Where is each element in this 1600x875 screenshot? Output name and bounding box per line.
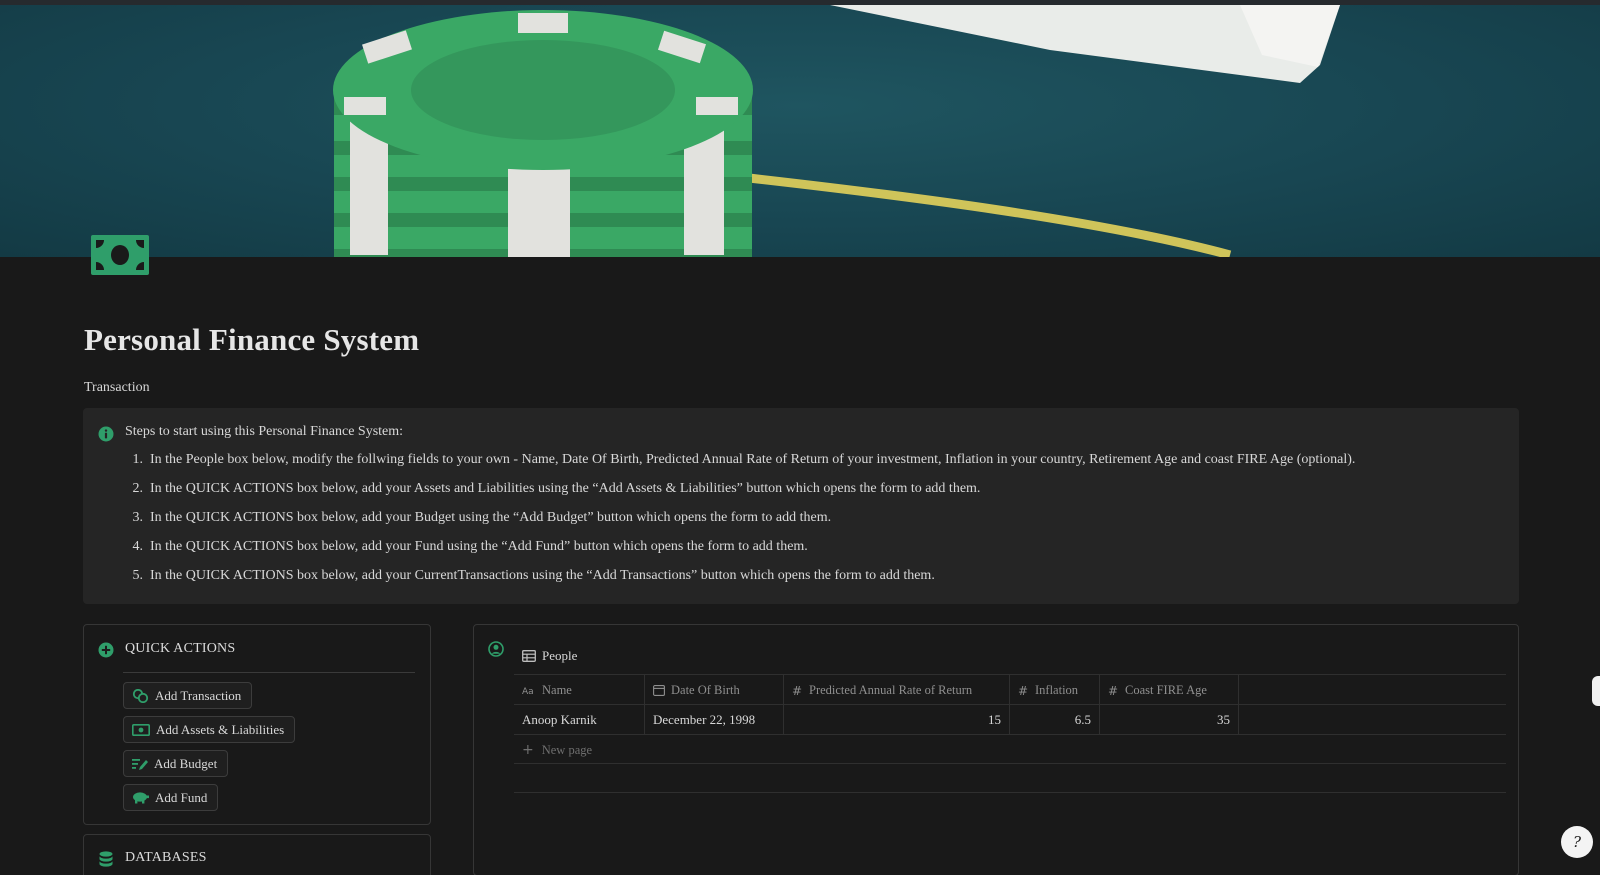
databases-title: DATABASES <box>125 850 207 865</box>
databases-panel: DATABASES <box>83 834 431 875</box>
column-header-name[interactable]: Aa Name <box>514 675 644 705</box>
step-number: 4. <box>132 539 144 554</box>
cover-image[interactable] <box>0 5 1600 257</box>
column-header-label: Name <box>542 682 572 697</box>
step-text: In the QUICK ACTIONS box below, add your… <box>150 568 935 583</box>
help-button[interactable]: ? <box>1561 826 1593 858</box>
steps-list: 1. In the People box below, modify the fo… <box>125 450 1356 595</box>
column-header-coast-fire-age[interactable]: # Coast FIRE Age <box>1099 675 1238 705</box>
step-text: In the QUICK ACTIONS box below, add your… <box>150 539 808 554</box>
add-transaction-button[interactable]: Add Transaction <box>123 682 253 709</box>
people-db-title[interactable]: People <box>522 648 577 664</box>
step-text: In the QUICK ACTIONS box below, add your… <box>150 510 832 525</box>
column-header-empty <box>1238 675 1506 705</box>
step-item: 1. In the People box below, modify the fo… <box>125 450 1356 479</box>
calendar-icon <box>653 685 665 696</box>
add-budget-label: Add Budget <box>154 755 218 771</box>
people-db-name: People <box>542 648 578 663</box>
column-header-date-of-birth[interactable]: Date Of Birth <box>644 675 783 705</box>
column-header-label: Coast FIRE Age <box>1125 682 1207 697</box>
column-header-label: Date Of Birth <box>671 682 740 697</box>
divider <box>123 672 415 673</box>
database-icon <box>98 851 114 867</box>
cell-empty <box>1238 705 1506 735</box>
info-icon <box>98 426 114 442</box>
column-header-inflation[interactable]: # Inflation <box>1009 675 1099 705</box>
step-item: 4. In the QUICK ACTIONS box below, add yo… <box>125 537 1355 566</box>
steps-callout: Steps to start using this Personal Finan… <box>83 408 1519 604</box>
svg-text:#: # <box>1108 684 1118 696</box>
add-fund-label: Add Fund <box>155 789 208 805</box>
number-type-icon: # <box>792 684 802 696</box>
help-label: ? <box>1572 833 1582 851</box>
table-header-row: Aa Name Date Of Birth # Predicted Annual… <box>514 674 1506 705</box>
number-type-icon: # <box>1018 684 1028 696</box>
step-item: 5. In the QUICK ACTIONS box below, add yo… <box>125 566 1355 595</box>
piggy-bank-icon <box>133 792 149 804</box>
side-panel-tab[interactable] <box>1592 676 1600 706</box>
svg-text:#: # <box>1018 684 1028 696</box>
cell-inflation[interactable]: 6.5 <box>1009 705 1099 735</box>
svg-text:#: # <box>792 684 802 696</box>
step-number: 2. <box>132 481 144 496</box>
people-panel: People Aa Name Date Of Birth # Predicted… <box>473 624 1519 875</box>
step-number: 5. <box>132 568 144 583</box>
plus-circle-icon <box>98 642 114 658</box>
step-text: In the QUICK ACTIONS box below, add your… <box>150 481 981 496</box>
add-assets-liabilities-label: Add Assets & Liabilities <box>156 721 285 737</box>
add-budget-button[interactable]: Add Budget <box>123 750 229 777</box>
people-table: Aa Name Date Of Birth # Predicted Annual… <box>514 674 1506 764</box>
new-page-button[interactable]: + New page <box>522 735 592 765</box>
subtitle-text: Transaction <box>84 380 150 395</box>
add-assets-liabilities-button[interactable]: Add Assets & Liabilities <box>123 716 296 743</box>
step-item: 2. In the QUICK ACTIONS box below, add yo… <box>125 479 1355 508</box>
divider <box>514 792 1506 793</box>
plus-icon: + <box>522 742 534 758</box>
callout-heading: Steps to start using this Personal Finan… <box>125 424 404 439</box>
column-header-label: Predicted Annual Rate of Return <box>809 682 973 697</box>
table-row[interactable]: Anoop Karnik December 22, 1998 15 6.5 35 <box>514 704 1506 735</box>
text-type-icon: Aa <box>522 687 534 695</box>
new-page-label: New page <box>541 742 593 757</box>
svg-text:Aa: Aa <box>522 687 534 695</box>
page-title[interactable]: Personal Finance System <box>84 322 419 358</box>
user-circle-icon <box>488 641 504 657</box>
cell-rate-of-return[interactable]: 15 <box>783 705 1009 735</box>
step-item: 3. In the QUICK ACTIONS box below, add yo… <box>125 508 1355 537</box>
cell-coast-fire-age[interactable]: 35 <box>1099 705 1238 735</box>
quick-actions-title: QUICK ACTIONS <box>125 641 236 656</box>
money-bill-icon[interactable] <box>91 235 149 275</box>
quick-actions-panel: QUICK ACTIONS Add Transaction Add Assets… <box>83 624 431 825</box>
step-number: 3. <box>132 510 144 525</box>
coins-icon <box>132 688 149 703</box>
table-icon <box>522 650 536 662</box>
new-page-row[interactable]: + New page <box>514 734 1506 764</box>
add-transaction-label: Add Transaction <box>155 687 242 703</box>
column-header-rate-of-return[interactable]: # Predicted Annual Rate of Return <box>783 675 1009 705</box>
money-bill-icon <box>132 723 150 736</box>
number-type-icon: # <box>1108 684 1118 696</box>
cell-date-of-birth[interactable]: December 22, 1998 <box>644 705 783 735</box>
add-fund-button[interactable]: Add Fund <box>123 784 219 811</box>
edit-list-icon <box>132 758 148 770</box>
column-header-label: Inflation <box>1035 682 1079 697</box>
step-number: 1. <box>132 452 144 467</box>
step-text: In the People box below, modify the foll… <box>150 452 1356 467</box>
cell-name[interactable]: Anoop Karnik <box>514 705 644 735</box>
